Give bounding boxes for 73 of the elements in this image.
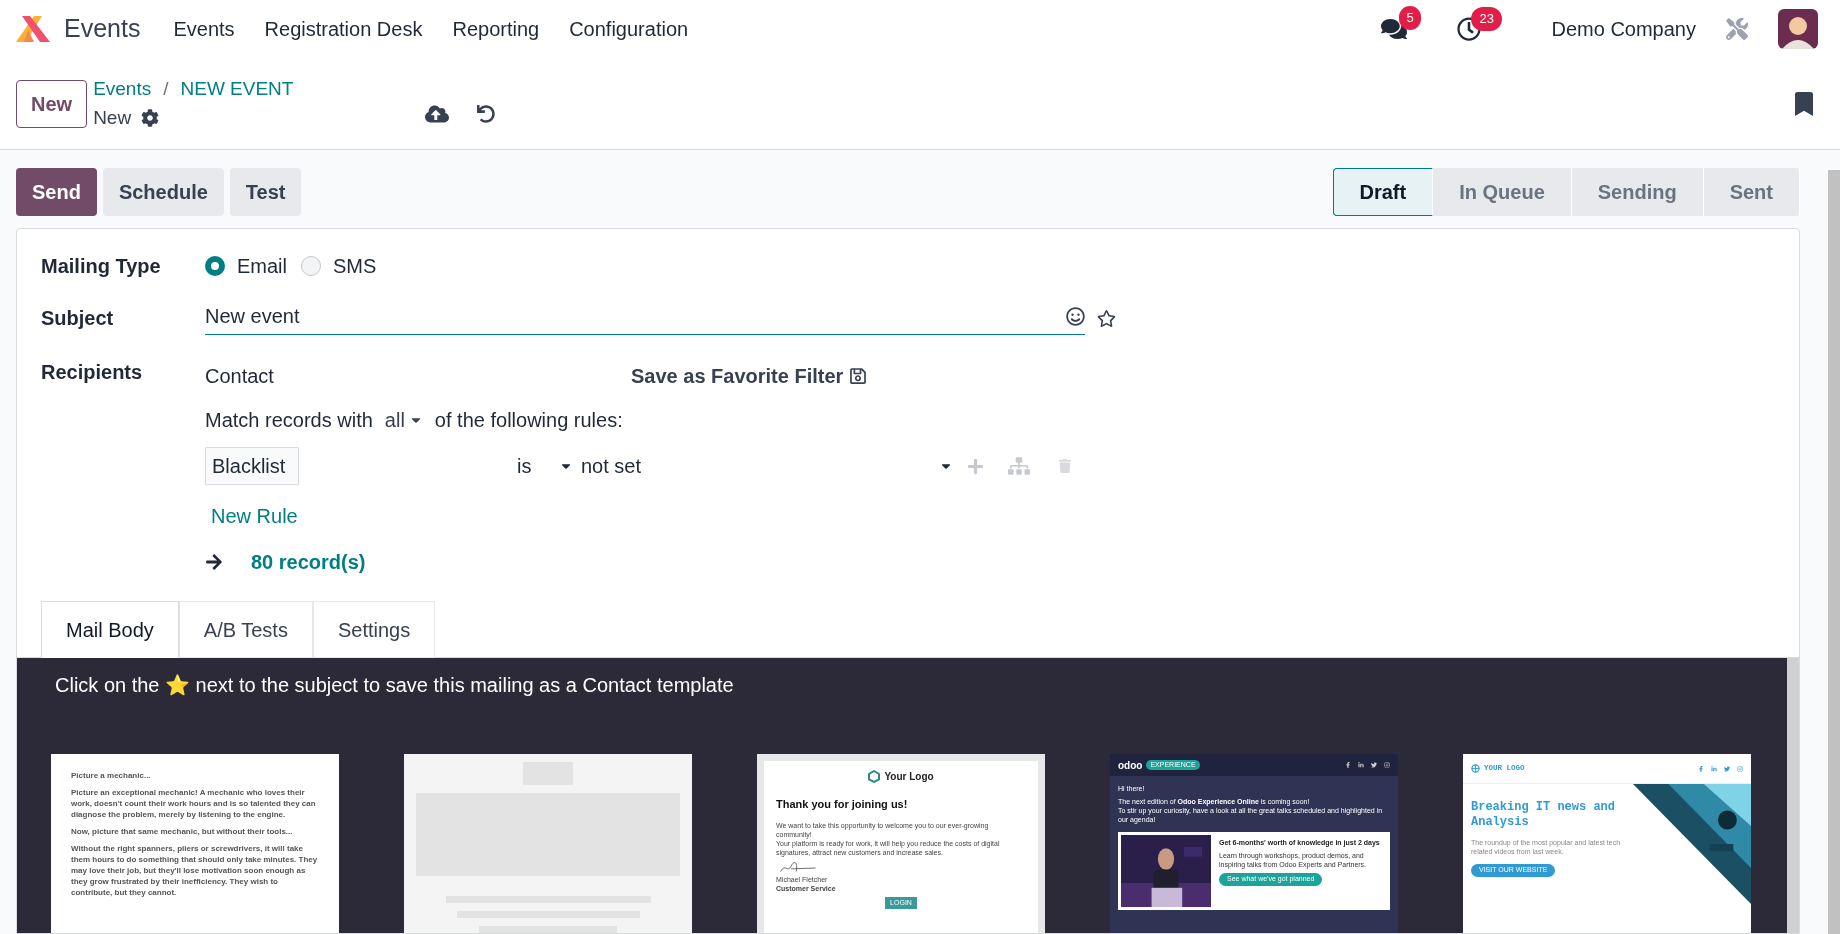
hexagon-logo-icon <box>868 770 881 783</box>
save-favorite-filter-button[interactable]: Save as Favorite Filter <box>631 361 868 391</box>
template-title: Thank you for joining us! <box>776 797 909 812</box>
status-step[interactable]: Sent <box>1703 168 1800 216</box>
news-title: Breaking IT news and Analysis <box>1471 800 1617 830</box>
match-dropdown[interactable]: all <box>384 405 423 435</box>
field-label: Mailing Type <box>41 254 162 279</box>
form-tab[interactable]: A/B Tests <box>178 601 313 658</box>
radio-label[interactable]: Email <box>237 251 287 281</box>
template-text: Now, picture that same mechanic, but without their tools... <box>71 826 294 837</box>
brand-logo-text: odoo <box>1118 758 1143 773</box>
radio-button[interactable] <box>301 256 321 276</box>
clock-icon[interactable] <box>1457 17 1482 41</box>
subject-field[interactable]: New event <box>205 301 1085 335</box>
records-count-link[interactable]: 80 record(s) <box>251 547 366 577</box>
field-label: Subject <box>41 306 115 331</box>
form-tab[interactable]: Settings <box>312 601 436 658</box>
status-step[interactable]: In Queue <box>1433 168 1572 216</box>
template-logo-text: Your Logo <box>884 770 934 784</box>
activity-count-badge: 23 <box>1471 7 1502 31</box>
globe-logo-icon <box>1471 764 1480 773</box>
avatar-icon[interactable] <box>1778 9 1818 49</box>
breadcrumb-link[interactable]: Events <box>93 75 152 104</box>
field-label: Recipients <box>41 360 144 385</box>
rule-value[interactable]: not set <box>581 451 953 481</box>
menu-item[interactable]: Reporting <box>437 14 555 44</box>
menu-item[interactable]: Configuration <box>554 14 704 44</box>
arrow-right-icon <box>205 553 223 571</box>
template-text: Picture a mechanic... <box>71 770 152 781</box>
facebook-icon <box>1698 765 1704 772</box>
action-button[interactable]: Schedule <box>102 168 224 216</box>
emoji-icon[interactable] <box>1066 306 1085 326</box>
menu-item[interactable]: Events <box>158 14 250 44</box>
radio-label[interactable]: SMS <box>333 251 377 281</box>
model-name: Contact <box>205 364 275 389</box>
form-tab[interactable]: Mail Body <box>41 601 179 658</box>
breadcrumb-link[interactable]: NEW EVENT <box>180 75 294 104</box>
status-step[interactable]: Draft <box>1332 168 1434 216</box>
page-scrollbar[interactable] <box>1828 170 1840 934</box>
template-hint: Click on the ⭐ next to the subject to save this mailing as a Contact template <box>55 673 735 698</box>
template-text: Without the right spanners, pliers or screwdrivers, it will take them hours to do something that should only take minutes. They may love their job, but they'll lose motivation soon enough as they grow frustrated by their inefficiency. They wish to contribute, but they cannot. <box>71 843 319 898</box>
match-text: Match records with <box>205 408 373 433</box>
app-name[interactable]: Events <box>64 10 141 48</box>
menu-item[interactable]: Registration Desk <box>249 14 438 44</box>
new-button[interactable]: New <box>16 79 88 128</box>
company-name[interactable]: Demo Company <box>1551 14 1696 44</box>
linkedin-icon <box>1711 765 1717 772</box>
message-count-badge: 5 <box>1399 6 1421 30</box>
undo-icon[interactable] <box>477 104 496 123</box>
bookmark-icon[interactable] <box>1792 91 1816 116</box>
action-button[interactable]: Test <box>229 168 302 216</box>
twitter-icon <box>1371 762 1377 768</box>
action-button[interactable]: Send <box>16 168 97 216</box>
twitter-icon <box>1724 765 1730 772</box>
linkedin-icon <box>1358 762 1364 768</box>
chat-icon[interactable] <box>1381 16 1408 42</box>
save-icon <box>849 367 868 385</box>
record-name: New <box>93 105 132 130</box>
rule-operator[interactable]: is <box>517 451 573 481</box>
match-text: of the following rules: <box>434 408 623 433</box>
settings-icon[interactable] <box>141 108 160 127</box>
facebook-icon <box>1345 762 1351 768</box>
template-card[interactable] <box>1110 754 1398 933</box>
radio-button[interactable] <box>205 256 225 276</box>
new-rule-link[interactable]: New Rule <box>211 501 1072 531</box>
breadcrumb-separator: / <box>163 77 169 101</box>
instagram-icon <box>1384 762 1390 768</box>
template-text: Picture an exceptional mechanic! A mechanic who loves their work, doesn't count their work hours and is so talented they can diagnose the problem, merely by listening to the engine. <box>71 787 317 820</box>
panel-scrollbar[interactable] <box>1787 658 1799 933</box>
instagram-icon <box>1737 765 1743 772</box>
rule-field[interactable]: Blacklist <box>205 447 299 485</box>
star-icon[interactable] <box>1097 308 1116 328</box>
status-step[interactable]: Sending <box>1571 168 1704 216</box>
